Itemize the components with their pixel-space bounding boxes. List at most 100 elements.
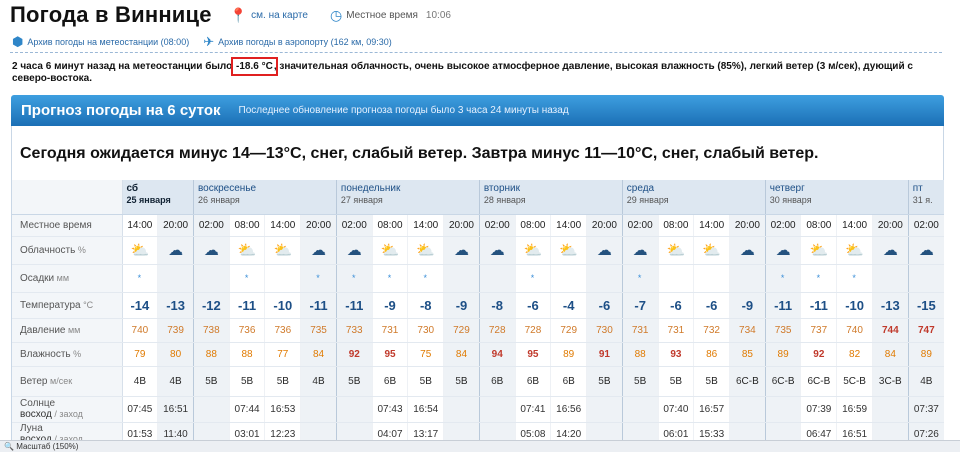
row-label: Облачность % <box>12 236 123 265</box>
wind-cell: 4В <box>157 366 194 397</box>
cloud-row: Облачность % ⛅ ☁ ☁ ⛅ ⛅ ☁ ☁ ⛅ ⛅ ☁ ☁ ⛅ ⛅ ☁ ☁ ⛅ ⛅ ☁ ☁ ⛅ ⛅ ☁ ☁ <box>12 236 944 265</box>
time-cell: 08:00 <box>371 214 408 237</box>
precip-cell: * <box>407 264 444 293</box>
temp-value: -11 <box>809 297 828 313</box>
pressure-value: 739 <box>167 324 184 336</box>
cloud-cell: ⛅ <box>514 236 551 265</box>
moon-time: 14:20 <box>556 428 582 440</box>
sun-cell: 07:37 <box>907 396 944 423</box>
archive-station-link[interactable]: Архив погоды на метеостанции (08:00) <box>27 37 189 47</box>
time-cell: 20:00 <box>871 214 909 237</box>
temp-cell: -8 <box>407 292 444 319</box>
snow-icon: * <box>137 272 143 283</box>
precip-cell: * <box>764 264 801 293</box>
row-label-sub2: / заход <box>51 409 83 419</box>
pressure-cell: 736 <box>264 318 301 343</box>
humidity-row: Влажность % 79 80 88 88 77 84 92 95 75 84 94 95 89 91 8… <box>12 342 944 367</box>
time-cell: 02:00 <box>335 214 373 237</box>
cube-icon: ⬢ <box>12 34 24 49</box>
pressure-value: 731 <box>631 324 649 336</box>
wind-direction: В <box>925 375 933 387</box>
pressure-value: 731 <box>381 324 399 336</box>
temp-value: -6 <box>527 297 539 313</box>
pressure-value: 736 <box>274 324 292 336</box>
cloud-cell: ☁ <box>907 236 944 265</box>
wind-direction: В <box>568 375 575 387</box>
day-header[interactable]: вторник 28 января <box>478 180 623 215</box>
cloud-night-icon: ☁ <box>739 242 755 259</box>
forecast-updated: Последнее обновление прогноза погоды был… <box>238 105 569 116</box>
snow-icon: * <box>387 272 393 283</box>
sun-cell: 07:40 <box>657 396 694 423</box>
pressure-cell: 729 <box>550 318 587 343</box>
row-label: Местное время <box>12 214 123 237</box>
forecast-title: Прогноз погоды на 6 суток <box>21 102 221 119</box>
temp-value: -7 <box>634 297 646 313</box>
sun-time: 16:57 <box>699 403 725 415</box>
day-header[interactable]: среда 29 января <box>621 180 766 215</box>
day-date: 28 января <box>483 195 526 205</box>
humidity-cell: 75 <box>407 342 444 367</box>
row-label-text: Облачность <box>20 244 76 256</box>
map-link[interactable]: см. на карте <box>251 10 308 21</box>
precip-cell: * <box>121 264 158 293</box>
forecast-header-bar: Прогноз погоды на 6 суток Последнее обно… <box>11 95 944 126</box>
archive-airport-link[interactable]: Архив погоды в аэропорту (162 км, 09:30) <box>218 37 392 47</box>
day-header[interactable]: сб 25 января <box>121 180 194 215</box>
sun-cell: 16:57 <box>693 396 730 423</box>
map-pin-icon[interactable]: 📍 <box>230 7 247 24</box>
temp-row: Температура °C -14 -13 -12 -11 -10 -11 -11 -9 -8 -… <box>12 292 944 319</box>
sun-cell <box>478 396 516 423</box>
humidity-value: 86 <box>706 348 718 360</box>
temp-value: -9 <box>384 297 396 313</box>
wind-direction: В <box>425 375 432 387</box>
pressure-cell: 747 <box>907 318 944 343</box>
day-header[interactable]: понедельник 27 января <box>335 180 480 215</box>
day-date: 25 января <box>126 195 171 205</box>
cloud-cell: ⛅ <box>407 236 444 265</box>
time-cell: 14:00 <box>121 214 158 237</box>
wind-direction: В <box>675 375 683 387</box>
pressure-cell: 734 <box>729 318 766 343</box>
time-cell: 14:00 <box>836 214 873 237</box>
temp-cell: -4 <box>550 292 587 319</box>
wind-cell: 5В <box>264 366 301 397</box>
cloud-cell: ☁ <box>192 236 230 265</box>
cloud-sun-icon: ⛅ <box>416 242 436 259</box>
temp-cell: -13 <box>157 292 194 319</box>
sun-cell: 07:41 <box>514 396 551 423</box>
sun-cell: 16:53 <box>264 396 301 423</box>
snow-icon: * <box>780 272 786 283</box>
forecast-grid: сб 25 января воскресенье 26 января понедельн… <box>12 180 944 447</box>
wind-cell: 5С-В <box>836 366 873 397</box>
pressure-cell: 730 <box>586 318 623 343</box>
temp-cell: -9 <box>371 292 408 319</box>
wind-cell: 3С-В <box>871 366 909 397</box>
temp-cell: -9 <box>443 292 480 319</box>
precip-cell: * <box>800 264 837 293</box>
pressure-cell: 731 <box>657 318 694 343</box>
pressure-cell: 728 <box>478 318 516 343</box>
temp-cell: -6 <box>657 292 694 319</box>
day-header[interactable]: четверг 30 января <box>764 180 909 215</box>
sun-time: 07:44 <box>234 403 260 415</box>
day-header[interactable]: пт 31 я. <box>907 180 944 215</box>
wind-direction: В <box>139 375 146 387</box>
zoom-level: Масштаб (150%) <box>16 442 79 451</box>
observation-temp: -18.6 °C <box>231 57 278 76</box>
sun-cell: 16:59 <box>836 396 873 423</box>
wind-cell: 6С-В <box>729 366 766 397</box>
sun-cell <box>621 396 659 423</box>
moon-time: 03:01 <box>234 428 260 440</box>
cloud-cell: ⛅ <box>693 236 730 265</box>
wind-row: Ветер м/сек 4В 4В 5В 5В 5В 4В 5В 6В 5В 5В 6В 6В 6В 5В 5… <box>12 366 944 397</box>
humidity-value: 89 <box>777 348 789 360</box>
day-header[interactable]: воскресенье 26 января <box>192 180 337 215</box>
wind-cell: 5В <box>586 366 623 397</box>
precip-cell <box>657 264 694 293</box>
cloud-cell: ⛅ <box>121 236 158 265</box>
humidity-value: 82 <box>849 348 861 360</box>
days-row: сб 25 января воскресенье 26 января понедельн… <box>12 180 944 215</box>
pressure-value: 730 <box>596 324 613 336</box>
temp-cell: -6 <box>514 292 551 319</box>
